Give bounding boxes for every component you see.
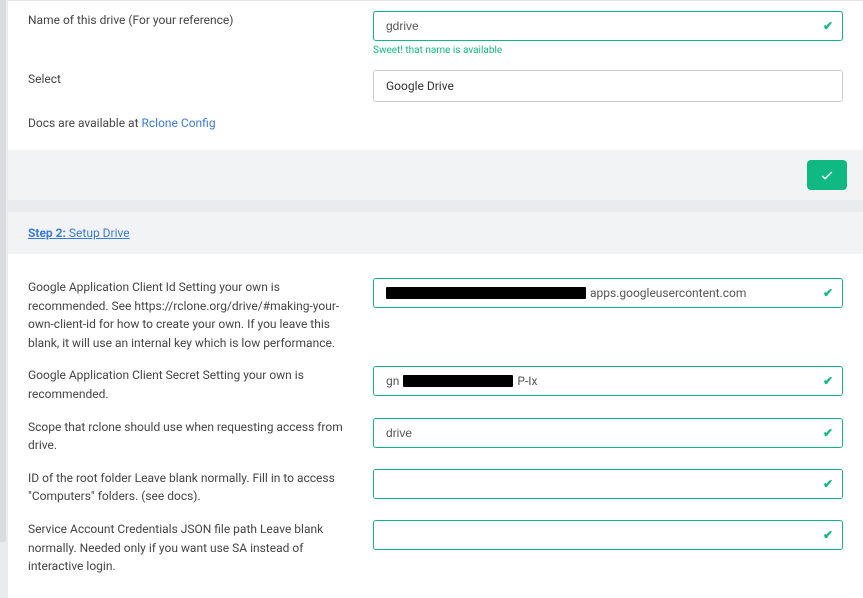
step1-action-bar: [8, 150, 863, 200]
scope-row: Scope that rclone should use when reques…: [8, 408, 863, 459]
section-gap: [8, 200, 863, 212]
sa-row: Service Account Credentials JSON file pa…: [8, 510, 863, 580]
select-label: Select: [28, 70, 373, 89]
root-folder-row: ID of the root folder Leave blank normal…: [8, 459, 863, 510]
select-row: Select Google Drive: [8, 60, 863, 106]
docs-row: Docs are available at Rclone Config: [8, 106, 863, 150]
step2-title-link[interactable]: Step 2: Setup Drive: [28, 226, 130, 240]
provider-select[interactable]: Google Drive: [373, 70, 843, 102]
drive-name-field-wrap: ✔: [373, 11, 843, 41]
rclone-config-link[interactable]: Rclone Config: [141, 116, 215, 130]
client-secret-label: Google Application Client Secret Setting…: [28, 366, 373, 403]
client-secret-input[interactable]: gn P-Ix: [373, 366, 843, 396]
step2-num: Step 2:: [28, 226, 66, 240]
step2-rest: Setup Drive: [66, 226, 130, 240]
sa-label: Service Account Credentials JSON file pa…: [28, 520, 373, 576]
scope-label: Scope that rclone should use when reques…: [28, 418, 373, 455]
client-secret-suffix: P-Ix: [517, 374, 537, 388]
confirm-button[interactable]: [807, 160, 847, 190]
docs-prefix: Docs are available at: [28, 116, 141, 130]
redacted-block: [386, 287, 586, 299]
check-icon: [819, 167, 835, 183]
drive-name-helper: Sweet! that name is available: [373, 45, 843, 56]
step1-card: Name of this drive (For your reference) …: [8, 0, 863, 150]
scope-input[interactable]: [373, 418, 843, 448]
step2-body: Google Application Client Id Setting you…: [8, 254, 863, 598]
client-id-label: Google Application Client Id Setting you…: [28, 278, 373, 352]
drive-name-row: Name of this drive (For your reference) …: [8, 1, 863, 60]
left-gutter: [0, 0, 6, 542]
client-id-suffix: apps.googleusercontent.com: [590, 286, 746, 300]
step2-header: Step 2: Setup Drive: [8, 212, 863, 254]
client-id-input[interactable]: apps.googleusercontent.com: [373, 278, 843, 308]
sa-input[interactable]: [373, 520, 843, 550]
root-folder-label: ID of the root folder Leave blank normal…: [28, 469, 373, 506]
client-secret-prefix: gn: [386, 374, 399, 388]
client-id-row: Google Application Client Id Setting you…: [8, 268, 863, 356]
root-folder-input[interactable]: [373, 469, 843, 499]
client-secret-row: Google Application Client Secret Setting…: [8, 356, 863, 407]
drive-name-input[interactable]: [373, 11, 843, 41]
drive-name-label: Name of this drive (For your reference): [28, 11, 373, 30]
redacted-block: [403, 375, 513, 387]
